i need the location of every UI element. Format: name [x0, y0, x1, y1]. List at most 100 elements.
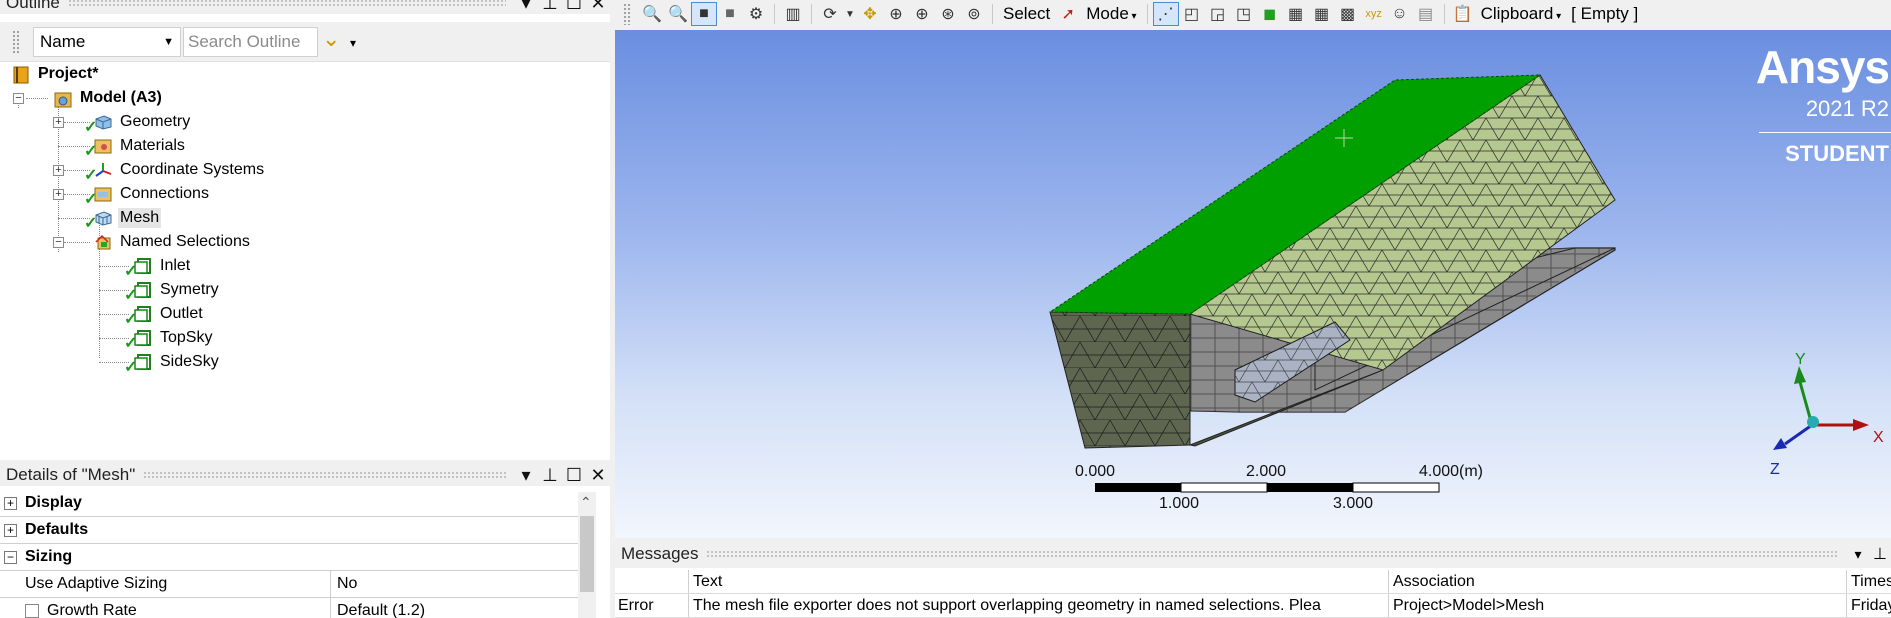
separator: [811, 4, 812, 24]
details-grid: + Display + Defaults − Sizing Use Adapti…: [0, 490, 582, 618]
parameter-checkbox[interactable]: [25, 604, 39, 618]
zoom-in-icon[interactable]: 🔍: [639, 2, 665, 26]
pin-icon[interactable]: ⊥: [1869, 544, 1891, 564]
maximize-icon[interactable]: ☐: [562, 465, 586, 486]
toolbar-grip[interactable]: [623, 3, 631, 25]
select-mesh-element-icon[interactable]: ▦: [1283, 2, 1309, 26]
property-value[interactable]: No: [331, 575, 357, 593]
magnifier-icon[interactable]: ⊛: [935, 2, 961, 26]
mode-button[interactable]: Mode ▾: [1081, 4, 1141, 24]
zoom-box-icon[interactable]: ⊕: [883, 2, 909, 26]
close-icon[interactable]: ✕: [586, 465, 610, 486]
message-row[interactable]: Error The mesh file exporter does not su…: [615, 594, 1891, 618]
graphics-viewport[interactable]: 0.000 2.000 4.000 (m) 1.000 3.000 Y X Z …: [615, 30, 1891, 538]
messages-title: Messages: [621, 544, 699, 563]
rotate-icon[interactable]: ⟳: [817, 2, 843, 26]
select-cursor-icon[interactable]: ➚: [1055, 2, 1081, 26]
drag-grip[interactable]: [143, 470, 506, 480]
message-type: Error: [615, 594, 689, 617]
expand-geometry-toggle[interactable]: +: [53, 117, 64, 128]
pin-icon[interactable]: ⊥: [538, 0, 562, 14]
zoom-previous-icon[interactable]: ⊚: [961, 2, 987, 26]
tree-item-model[interactable]: Model (A3): [54, 87, 164, 109]
expand-toggle[interactable]: +: [4, 496, 17, 510]
tree-item-mesh[interactable]: ✓ Mesh: [84, 207, 162, 232]
toolbar-grip[interactable]: [12, 30, 20, 54]
tree-item-connections[interactable]: ✓ Connections: [84, 183, 211, 208]
cross-section-icon[interactable]: ▥: [780, 2, 806, 26]
panel-menu-icon[interactable]: ▾: [514, 465, 538, 486]
zoom-to-fit-icon[interactable]: ⊕: [909, 2, 935, 26]
select-mesh-node-icon[interactable]: ◼: [1257, 2, 1283, 26]
tree-item-sidesky[interactable]: ✓ SideSky: [124, 351, 221, 376]
column-header-type[interactable]: [615, 570, 689, 593]
pin-icon[interactable]: ⊥: [538, 465, 562, 486]
drag-grip[interactable]: [67, 0, 506, 8]
details-section-defaults[interactable]: + Defaults: [0, 517, 582, 544]
collapse-toggle[interactable]: −: [4, 550, 17, 564]
tree-item-outlet[interactable]: ✓ Outlet: [124, 303, 205, 328]
column-header-association[interactable]: Association: [1389, 570, 1847, 593]
tree-item-topsky[interactable]: ✓ TopSky: [124, 327, 214, 352]
shaded-exterior-icon[interactable]: ■: [691, 2, 717, 26]
details-row-adaptive-sizing[interactable]: Use Adaptive Sizing No: [0, 571, 582, 598]
model-scene[interactable]: 0.000 2.000 4.000 (m) 1.000 3.000 Y X Z: [615, 30, 1891, 538]
select-mesh-face-icon[interactable]: ▦: [1309, 2, 1335, 26]
select-body-icon[interactable]: ◳: [1231, 2, 1257, 26]
expand-connections-toggle[interactable]: +: [53, 189, 64, 200]
zoom-out-icon[interactable]: 🔍: [665, 2, 691, 26]
panel-menu-icon[interactable]: ▾: [1847, 546, 1869, 563]
tree-item-inlet[interactable]: ✓ Inlet: [124, 255, 192, 280]
details-scrollbar[interactable]: ⌃: [578, 492, 596, 618]
maximize-icon[interactable]: ☐: [562, 0, 586, 14]
label-select-icon[interactable]: ☺: [1387, 2, 1413, 26]
scroll-thumb[interactable]: [580, 516, 594, 592]
details-section-sizing[interactable]: − Sizing: [0, 544, 582, 571]
property-value[interactable]: Default (1.2): [331, 602, 425, 618]
select-mesh-elem-face-icon[interactable]: ▩: [1335, 2, 1361, 26]
rotate-dropdown-icon[interactable]: ▼: [843, 2, 857, 26]
column-header-text[interactable]: Text: [689, 570, 1389, 593]
pan-icon[interactable]: ✥: [857, 2, 883, 26]
materials-icon: [94, 138, 112, 154]
axis-triad[interactable]: Y X Z: [1770, 351, 1884, 478]
filter-chevron-icon[interactable]: ⌄: [322, 26, 340, 52]
tree-item-label: Geometry: [120, 113, 191, 130]
wireframe-icon[interactable]: ■: [717, 2, 743, 26]
message-timestamp: Friday: [1851, 596, 1891, 614]
coordinate-select-icon[interactable]: xyz: [1361, 2, 1387, 26]
collapse-model-toggle[interactable]: −: [13, 93, 24, 104]
details-row-growth-rate[interactable]: Growth Rate Default (1.2): [0, 598, 582, 618]
drag-grip[interactable]: [706, 549, 1839, 559]
tree-item-materials[interactable]: ✓ Materials: [84, 135, 187, 160]
project-icon: [12, 66, 30, 84]
details-section-display[interactable]: + Display: [0, 490, 582, 517]
expand-coordinate-systems-toggle[interactable]: +: [53, 165, 64, 176]
search-outline-input[interactable]: [183, 27, 318, 57]
clipboard-icon[interactable]: 📋: [1450, 2, 1476, 26]
clipboard-button[interactable]: Clipboard ▾: [1476, 4, 1567, 24]
filter-type-select[interactable]: Name ▼: [33, 27, 181, 57]
more-options-icon[interactable]: ▾: [350, 36, 356, 50]
close-icon[interactable]: ✕: [586, 0, 610, 14]
tree-item-coordinate-systems[interactable]: ✓ Coordinate Systems: [84, 159, 266, 184]
select-edge-icon[interactable]: ◰: [1179, 2, 1205, 26]
ansys-logo: Ansys: [1755, 41, 1890, 93]
select-face-icon[interactable]: ◲: [1205, 2, 1231, 26]
panel-menu-icon[interactable]: ▾: [514, 0, 538, 14]
select-vertex-icon[interactable]: ⋰: [1152, 2, 1179, 26]
column-header-timestamp[interactable]: Times: [1847, 570, 1891, 593]
message-text: The mesh file exporter does not support …: [689, 594, 1389, 617]
coordinate-systems-icon: [94, 162, 112, 178]
scroll-up-icon[interactable]: ⌃: [580, 494, 592, 511]
scale-bar: 0.000 2.000 4.000 (m) 1.000 3.000: [1075, 463, 1483, 512]
tree-item-project[interactable]: Project*: [12, 63, 100, 85]
show-vertices-icon[interactable]: ⚙: [743, 2, 769, 26]
collapse-named-selections-toggle[interactable]: −: [53, 237, 64, 248]
edition-label: STUDENT: [1785, 141, 1889, 166]
annotation-icon[interactable]: ▤: [1413, 2, 1439, 26]
tree-item-named-selections[interactable]: Named Selections: [94, 231, 252, 253]
tree-item-symetry[interactable]: ✓ Symetry: [124, 279, 221, 304]
expand-toggle[interactable]: +: [4, 523, 17, 537]
tree-item-geometry[interactable]: ✓ Geometry: [84, 111, 192, 136]
